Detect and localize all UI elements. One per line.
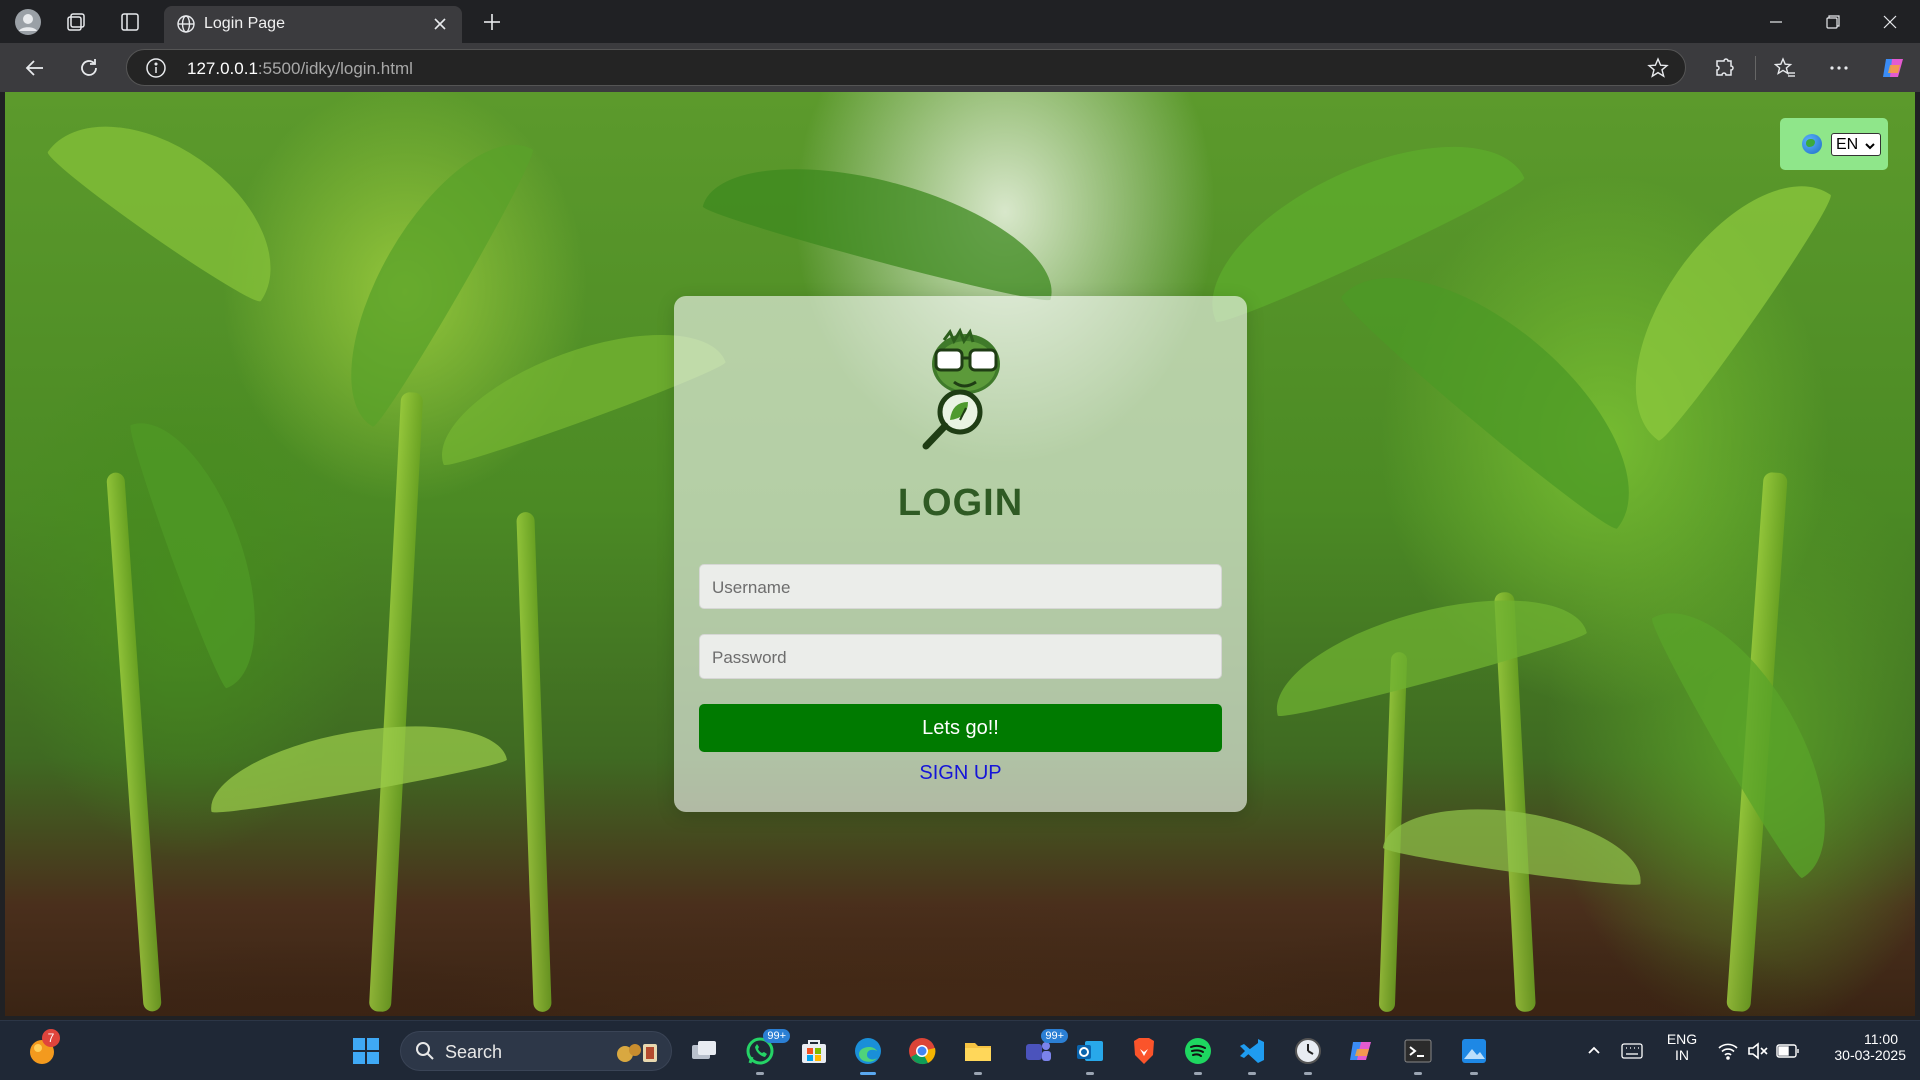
wifi-icon[interactable] <box>1712 1035 1744 1067</box>
page-viewport: EN LOGIN Username Password Lets go!! SIG… <box>5 92 1915 1016</box>
search-highlight-icon <box>613 1038 663 1071</box>
microsoft-store-icon[interactable] <box>798 1035 830 1067</box>
notification-count-badge: 7 <box>42 1029 60 1047</box>
browser-title-bar: Login Page <box>0 0 1920 43</box>
sign-up-label[interactable]: SIGN UP <box>919 762 1001 784</box>
teams-icon[interactable]: 99+ <box>1022 1029 1068 1067</box>
url-text[interactable]: 127.0.0.1:5500/idky/login.html <box>187 59 413 79</box>
running-indicator <box>1470 1072 1478 1075</box>
password-input[interactable]: Password <box>699 634 1222 679</box>
submit-button[interactable]: Lets go!! <box>699 704 1222 752</box>
clock-area[interactable]: 11:00 30-03-2025 <box>1810 1031 1906 1063</box>
muted-volume-icon[interactable] <box>1742 1035 1774 1067</box>
windows-start-icon[interactable] <box>350 1035 382 1067</box>
globe-emoji-icon <box>1802 134 1822 154</box>
spotify-icon[interactable] <box>1182 1035 1214 1075</box>
date-text: 30-03-2025 <box>1834 1047 1906 1063</box>
workspaces-icon[interactable] <box>62 8 90 36</box>
toolbar-divider <box>1755 56 1756 80</box>
clock-app-icon[interactable] <box>1292 1035 1324 1075</box>
running-indicator <box>1194 1072 1202 1075</box>
photos-app-icon[interactable] <box>1458 1035 1490 1075</box>
terminal-icon[interactable] <box>1402 1035 1434 1075</box>
copilot-app-icon[interactable] <box>1346 1035 1378 1067</box>
running-indicator <box>974 1072 982 1075</box>
refresh-icon[interactable] <box>74 53 104 83</box>
close-window-icon[interactable] <box>1860 0 1920 43</box>
restore-icon[interactable] <box>1803 0 1863 43</box>
running-indicator <box>1086 1072 1094 1075</box>
chrome-icon[interactable] <box>906 1035 938 1067</box>
edge-browser-icon[interactable] <box>852 1035 884 1075</box>
vertical-tabs-icon[interactable] <box>116 8 144 36</box>
tab-title: Login Page <box>204 15 285 32</box>
tab-login-page[interactable]: Login Page <box>164 6 462 43</box>
password-placeholder: Password <box>712 648 787 667</box>
profile-avatar-icon[interactable] <box>14 8 42 36</box>
search-icon <box>415 1041 435 1066</box>
more-options-icon[interactable] <box>1824 53 1854 83</box>
minimize-icon[interactable] <box>1746 0 1806 43</box>
taskbar: 7 Search 99+ 99+ ENG IN 11:00 30-03-2025 <box>0 1020 1920 1080</box>
login-card: LOGIN Username Password Lets go!! SIGN U… <box>674 296 1247 812</box>
new-tab-icon[interactable] <box>478 8 506 36</box>
task-view-icon[interactable] <box>688 1035 720 1067</box>
language-code: ENG <box>1666 1031 1698 1047</box>
teams-badge: 99+ <box>1041 1029 1068 1043</box>
site-info-icon[interactable] <box>145 57 167 79</box>
notification-app-icon[interactable]: 7 <box>26 1029 60 1067</box>
running-indicator <box>756 1072 764 1075</box>
username-input[interactable]: Username <box>699 564 1222 609</box>
region-code: IN <box>1675 1047 1689 1063</box>
favorite-star-icon[interactable] <box>1647 57 1669 79</box>
file-explorer-icon[interactable] <box>962 1035 994 1075</box>
language-select[interactable]: EN <box>1831 133 1881 156</box>
globe-icon <box>176 14 196 39</box>
copilot-icon[interactable] <box>1878 53 1908 83</box>
language-select-value: EN <box>1836 136 1859 153</box>
chevron-down-icon <box>1864 139 1876 157</box>
battery-icon[interactable] <box>1772 1035 1804 1067</box>
language-selector-box: EN <box>1780 118 1888 170</box>
running-indicator <box>1248 1072 1256 1075</box>
favorites-icon[interactable] <box>1770 53 1800 83</box>
sign-up-link[interactable]: SIGN UP <box>674 762 1247 785</box>
running-indicator <box>1304 1072 1312 1075</box>
chevron-up-icon[interactable] <box>1578 1035 1610 1067</box>
back-arrow-icon[interactable] <box>20 53 50 83</box>
keyboard-icon[interactable] <box>1616 1035 1648 1067</box>
close-tab-icon[interactable] <box>428 12 452 36</box>
search-label: Search <box>445 1042 503 1062</box>
taskbar-search-box[interactable]: Search <box>400 1031 672 1071</box>
active-indicator <box>860 1072 876 1075</box>
running-indicator <box>1414 1072 1422 1075</box>
outlook-icon[interactable] <box>1074 1035 1106 1075</box>
address-bar[interactable]: 127.0.0.1:5500/idky/login.html <box>126 49 1686 86</box>
vscode-icon[interactable] <box>1236 1035 1268 1075</box>
seed-inspector-logo-icon <box>914 326 1010 450</box>
brave-icon[interactable] <box>1128 1035 1160 1067</box>
extensions-icon[interactable] <box>1709 53 1739 83</box>
username-placeholder: Username <box>712 578 791 597</box>
input-language-indicator[interactable]: ENG IN <box>1662 1031 1702 1063</box>
browser-toolbar: 127.0.0.1:5500/idky/login.html <box>0 43 1920 92</box>
whatsapp-badge: 99+ <box>763 1029 790 1043</box>
time-text: 11:00 <box>1864 1031 1898 1047</box>
whatsapp-icon[interactable]: 99+ <box>744 1029 790 1075</box>
login-title: LOGIN <box>897 482 1024 524</box>
